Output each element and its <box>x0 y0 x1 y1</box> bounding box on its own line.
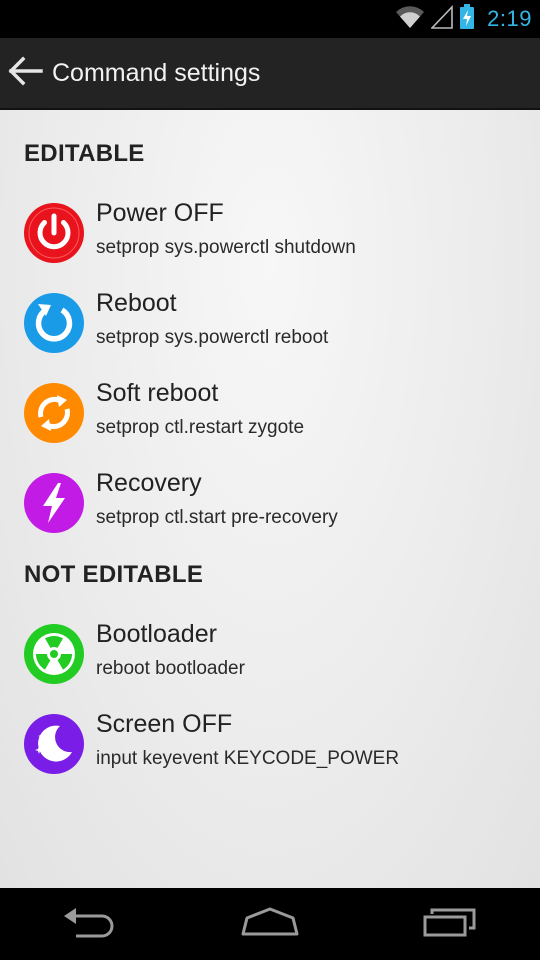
power-icon <box>24 203 84 263</box>
back-nav-icon <box>62 906 118 943</box>
item-command: input keyevent KEYCODE_POWER <box>96 748 400 769</box>
soft-reboot-icon <box>24 383 84 443</box>
recovery-bolt-icon <box>24 473 84 533</box>
reboot-icon <box>24 293 84 353</box>
page-title: Command settings <box>52 58 261 87</box>
list-item-screen-off[interactable]: Screen OFF input keyevent KEYCODE_POWER <box>0 699 540 789</box>
navigation-bar <box>0 888 540 960</box>
clock: 2:19 <box>487 6 532 31</box>
section-header-not-editable: NOT EDITABLE <box>24 561 204 588</box>
item-command: setprop ctl.start pre-recovery <box>96 507 338 528</box>
bootloader-radiation-icon <box>24 624 84 684</box>
item-command: setprop sys.powerctl reboot <box>96 327 329 348</box>
nav-home-button[interactable] <box>210 888 330 960</box>
screen-off-moon-icon <box>24 714 84 774</box>
list-item-bootloader[interactable]: Bootloader reboot bootloader <box>0 609 540 699</box>
item-title: Power OFF <box>96 199 224 227</box>
back-arrow-icon <box>8 56 44 91</box>
list-item-reboot[interactable]: Reboot setprop sys.powerctl reboot <box>0 278 540 368</box>
recents-nav-icon <box>422 906 478 943</box>
nav-recents-button[interactable] <box>390 888 510 960</box>
status-icons: 2:19 <box>395 3 532 35</box>
back-button[interactable] <box>2 37 50 109</box>
action-bar: Command settings <box>0 38 540 110</box>
battery-charging-icon <box>459 3 475 35</box>
home-nav-icon <box>240 906 300 943</box>
item-command: reboot bootloader <box>96 658 245 679</box>
item-title: Soft reboot <box>96 379 219 407</box>
item-title: Screen OFF <box>96 710 233 738</box>
signal-icon <box>430 4 453 34</box>
item-title: Reboot <box>96 289 177 317</box>
nav-back-button[interactable] <box>30 888 150 960</box>
section-header-editable: EDITABLE <box>24 140 145 167</box>
settings-list: EDITABLE Power OFF setprop sys.powerctl … <box>0 110 540 888</box>
item-command: setprop ctl.restart zygote <box>96 417 305 438</box>
wifi-icon <box>395 5 425 34</box>
item-command: setprop sys.powerctl shutdown <box>96 237 356 258</box>
item-title: Bootloader <box>96 620 217 648</box>
status-bar: 2:19 <box>0 0 540 38</box>
list-item-recovery[interactable]: Recovery setprop ctl.start pre-recovery <box>0 458 540 548</box>
item-title: Recovery <box>96 469 202 497</box>
list-item-soft-reboot[interactable]: Soft reboot setprop ctl.restart zygote <box>0 368 540 458</box>
list-item-power-off[interactable]: Power OFF setprop sys.powerctl shutdown <box>0 188 540 278</box>
